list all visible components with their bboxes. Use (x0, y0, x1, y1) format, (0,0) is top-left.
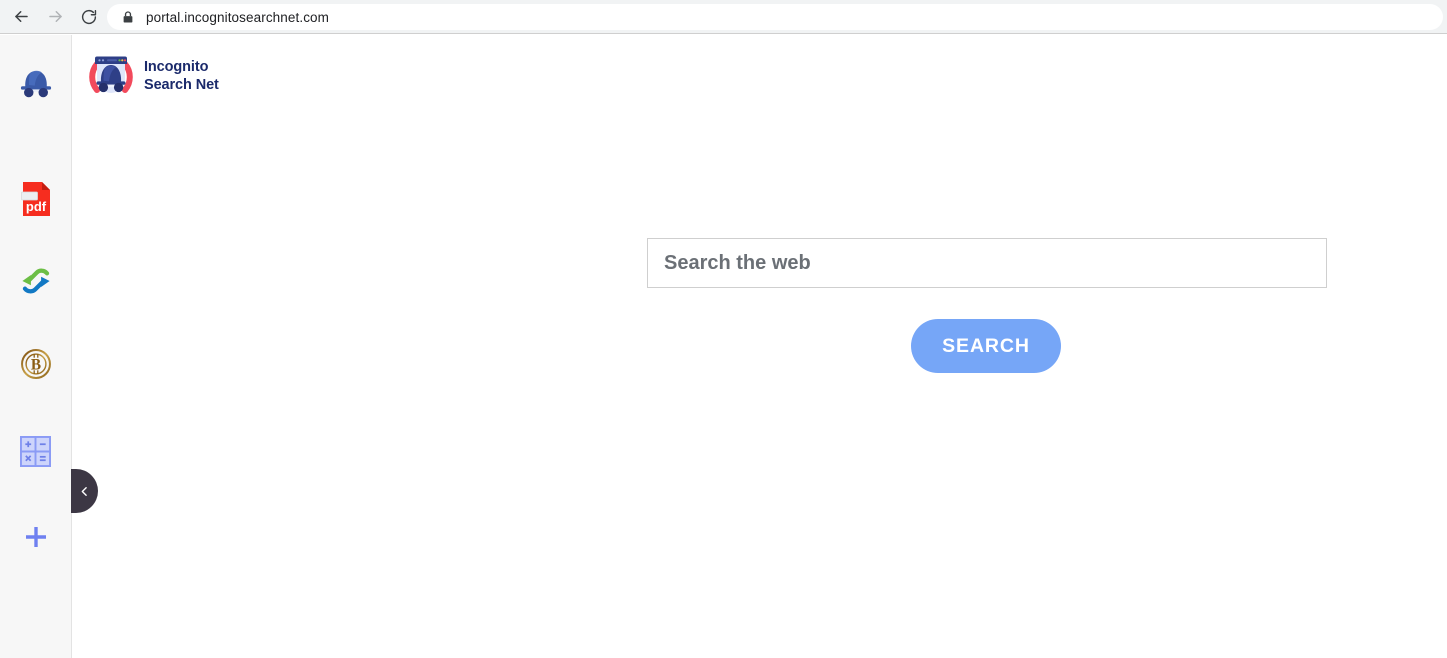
app-sidebar: pdf B (0, 35, 72, 658)
reload-button[interactable] (72, 0, 106, 34)
sidebar-item-incognito[interactable] (0, 57, 71, 113)
calculator-icon (20, 435, 51, 467)
arrow-left-icon (14, 10, 28, 23)
browser-toolbar: portal.incognitosearchnet.com (0, 0, 1447, 34)
pdf-file-icon: pdf (20, 182, 50, 216)
address-bar[interactable]: portal.incognitosearchnet.com (107, 4, 1443, 30)
lock-icon (123, 11, 133, 23)
page-content: Incognito Search Net SEARCH (72, 35, 1447, 658)
sidebar-item-bitcoin[interactable]: B (0, 336, 71, 392)
plus-icon (25, 527, 46, 547)
svg-text:pdf: pdf (25, 199, 46, 214)
search-area: SEARCH (72, 35, 1447, 658)
back-button[interactable] (4, 0, 38, 34)
incognito-hat-icon (20, 70, 51, 98)
forward-button[interactable] (38, 0, 72, 34)
bitcoin-icon: B (20, 349, 51, 379)
search-button[interactable]: SEARCH (911, 319, 1061, 373)
sidebar-item-calculator[interactable] (0, 423, 71, 479)
chevron-left-icon (81, 486, 87, 496)
reload-icon (81, 9, 97, 24)
search-input[interactable] (647, 238, 1327, 288)
sidebar-item-convert[interactable] (0, 253, 71, 309)
arrow-right-icon (48, 10, 62, 23)
sidebar-item-pdf[interactable]: pdf (0, 171, 71, 227)
convert-arrows-icon (21, 268, 50, 294)
sidebar-item-add[interactable] (0, 509, 71, 565)
svg-text:B: B (30, 356, 40, 373)
url-text: portal.incognitosearchnet.com (146, 9, 330, 25)
